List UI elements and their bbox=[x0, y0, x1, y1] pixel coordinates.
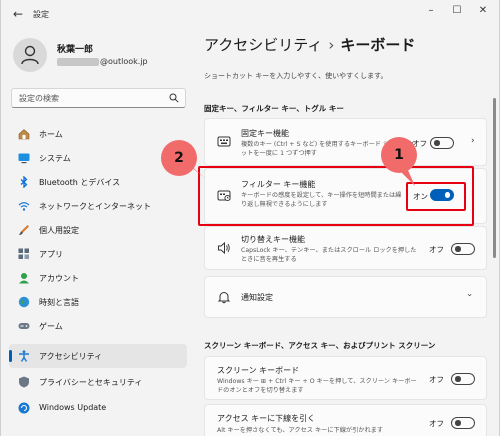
access-keys-toggle[interactable] bbox=[451, 417, 475, 429]
sidebar-item-label: Windows Update bbox=[39, 403, 107, 412]
back-arrow-icon[interactable]: ← bbox=[11, 7, 25, 21]
avatar bbox=[13, 38, 47, 72]
window-title: 設定 bbox=[33, 10, 49, 19]
toggle-keys-state: オフ bbox=[429, 245, 444, 254]
notify-settings-card[interactable]: 通知設定 › bbox=[204, 276, 487, 318]
sidebar-item-label: ゲーム bbox=[39, 322, 63, 331]
access-keys-state: オフ bbox=[429, 419, 444, 428]
sidebar-item-label: ネットワークとインターネット bbox=[39, 202, 151, 211]
onscreen-keyboard-title: スクリーン キーボード bbox=[217, 366, 300, 375]
sidebar-item-time-language[interactable]: 時刻と言語 bbox=[9, 290, 187, 314]
sidebar-item-label: ホーム bbox=[39, 130, 63, 139]
close-icon[interactable]: ✕ bbox=[475, 4, 491, 18]
sidebar-item-accounts[interactable]: アカウント bbox=[9, 266, 187, 290]
sidebar-item-label: 時刻と言語 bbox=[39, 298, 79, 307]
sticky-keys-toggle[interactable] bbox=[430, 137, 454, 149]
sidebar-item-label: Bluetooth とデバイス bbox=[39, 178, 121, 187]
callout-two-label: 2 bbox=[174, 150, 184, 166]
onscreen-keyboard-toggle[interactable] bbox=[451, 373, 475, 385]
update-icon bbox=[18, 402, 30, 414]
sidebar-item-personalization[interactable]: 個人用設定 bbox=[9, 218, 187, 242]
email-redaction bbox=[57, 57, 99, 66]
sidebar-item-label: アプリ bbox=[39, 250, 63, 259]
brush-icon bbox=[19, 225, 29, 235]
person-icon bbox=[21, 45, 39, 65]
sidebar-item-label: プライバシーとセキュリティ bbox=[39, 378, 143, 387]
callout-two-pointer bbox=[187, 164, 205, 178]
accessibility-icon bbox=[19, 350, 29, 362]
sticky-keys-card[interactable]: 固定キー機能 複数のキー (Ctrl + S など) を使用するキーボード ショ… bbox=[204, 118, 487, 166]
sidebar-item-apps[interactable]: アプリ bbox=[9, 242, 187, 266]
bluetooth-icon bbox=[20, 176, 28, 188]
title-bar: ← 設定 – ☐ ✕ bbox=[1, 0, 499, 30]
sidebar-item-label: アカウント bbox=[39, 274, 79, 283]
shield-icon bbox=[19, 376, 29, 388]
page-title: キーボード bbox=[340, 36, 416, 54]
sidebar-item-privacy[interactable]: プライバシーとセキュリティ bbox=[9, 370, 187, 394]
scrollbar[interactable] bbox=[493, 98, 496, 258]
chevron-right-icon: › bbox=[471, 136, 475, 146]
page-subtitle: ショートカット キーを入力しやすく、使いやすくします。 bbox=[204, 72, 388, 80]
sticky-keys-title: 固定キー機能 bbox=[241, 129, 289, 138]
user-email: @outlook.jp bbox=[57, 57, 148, 66]
sidebar-item-label: システム bbox=[39, 154, 71, 163]
search-placeholder: 設定の検索 bbox=[19, 94, 59, 103]
sidebar-item-home[interactable]: ホーム bbox=[9, 122, 187, 146]
section-title-keys: 固定キー、フィルター キー、トグル キー bbox=[204, 104, 344, 113]
settings-window: ← 設定 – ☐ ✕ 秋葉一郎 @outlook.jp 設定の検索 ホーム シス… bbox=[0, 0, 500, 436]
user-email-domain: @outlook.jp bbox=[100, 57, 148, 66]
search-input[interactable]: 設定の検索 bbox=[11, 88, 186, 108]
onscreen-keyboard-desc: Windows キー ⊞ + Ctrl キー + O キーを押して、スクリーン … bbox=[217, 378, 417, 394]
home-icon bbox=[18, 129, 30, 140]
sidebar-item-bluetooth[interactable]: Bluetooth とデバイス bbox=[9, 170, 187, 194]
sidebar-item-network[interactable]: ネットワークとインターネット bbox=[9, 194, 187, 218]
toggle-keys-desc: CapsLock キー、テンキー、またはスクロール ロックを押したときに音を再生… bbox=[241, 247, 417, 263]
gamepad-icon bbox=[18, 323, 30, 329]
sidebar-item-accessibility[interactable]: アクセシビリティ bbox=[9, 344, 187, 368]
toggle-keys-toggle[interactable] bbox=[451, 243, 475, 255]
access-keys-desc: Alt キーを押さなくても、アクセス キーに下線が引かれます bbox=[217, 427, 384, 434]
toggle-keys-card[interactable]: 切り替えキー機能 CapsLock キー、テンキー、またはスクロール ロックを押… bbox=[204, 226, 487, 270]
sidebar-item-gaming[interactable]: ゲーム bbox=[9, 314, 187, 338]
onscreen-keyboard-state: オフ bbox=[429, 375, 444, 384]
breadcrumb-parent[interactable]: アクセシビリティ bbox=[204, 36, 322, 54]
onscreen-keyboard-card[interactable]: スクリーン キーボード Windows キー ⊞ + Ctrl キー + O キ… bbox=[204, 356, 487, 400]
callout-one-pointer bbox=[397, 168, 415, 186]
speaker-icon bbox=[218, 241, 230, 255]
section-title-onscreen: スクリーン キーボード、アクセス キー、およびプリント スクリーン bbox=[204, 341, 436, 350]
sidebar-item-label: 個人用設定 bbox=[39, 226, 79, 235]
sidebar-item-label: アクセシビリティ bbox=[39, 352, 103, 361]
account-icon bbox=[19, 273, 29, 284]
active-indicator bbox=[9, 350, 12, 362]
wifi-icon bbox=[18, 202, 30, 211]
callout-one-label: 1 bbox=[394, 147, 404, 163]
maximize-icon[interactable]: ☐ bbox=[449, 4, 465, 18]
user-name: 秋葉一郎 bbox=[57, 45, 94, 55]
minimize-icon[interactable]: – bbox=[423, 4, 439, 18]
breadcrumb: アクセシビリティ › キーボード bbox=[204, 34, 415, 55]
search-icon bbox=[169, 93, 179, 103]
sidebar-item-windows-update[interactable]: Windows Update bbox=[9, 396, 187, 420]
system-icon bbox=[18, 153, 30, 164]
toggle-keys-title: 切り替えキー機能 bbox=[241, 235, 305, 244]
breadcrumb-separator: › bbox=[328, 36, 335, 54]
bell-icon bbox=[217, 292, 231, 304]
access-keys-title: アクセス キーに下線を引く bbox=[217, 414, 316, 423]
access-keys-card[interactable]: アクセス キーに下線を引く Alt キーを押さなくても、アクセス キーに下線が引… bbox=[204, 404, 487, 436]
notify-settings-title: 通知設定 bbox=[241, 293, 273, 302]
globe-icon bbox=[18, 296, 30, 308]
chevron-down-icon: › bbox=[463, 293, 474, 297]
apps-icon bbox=[18, 248, 29, 259]
sticky-keys-icon bbox=[217, 136, 231, 147]
